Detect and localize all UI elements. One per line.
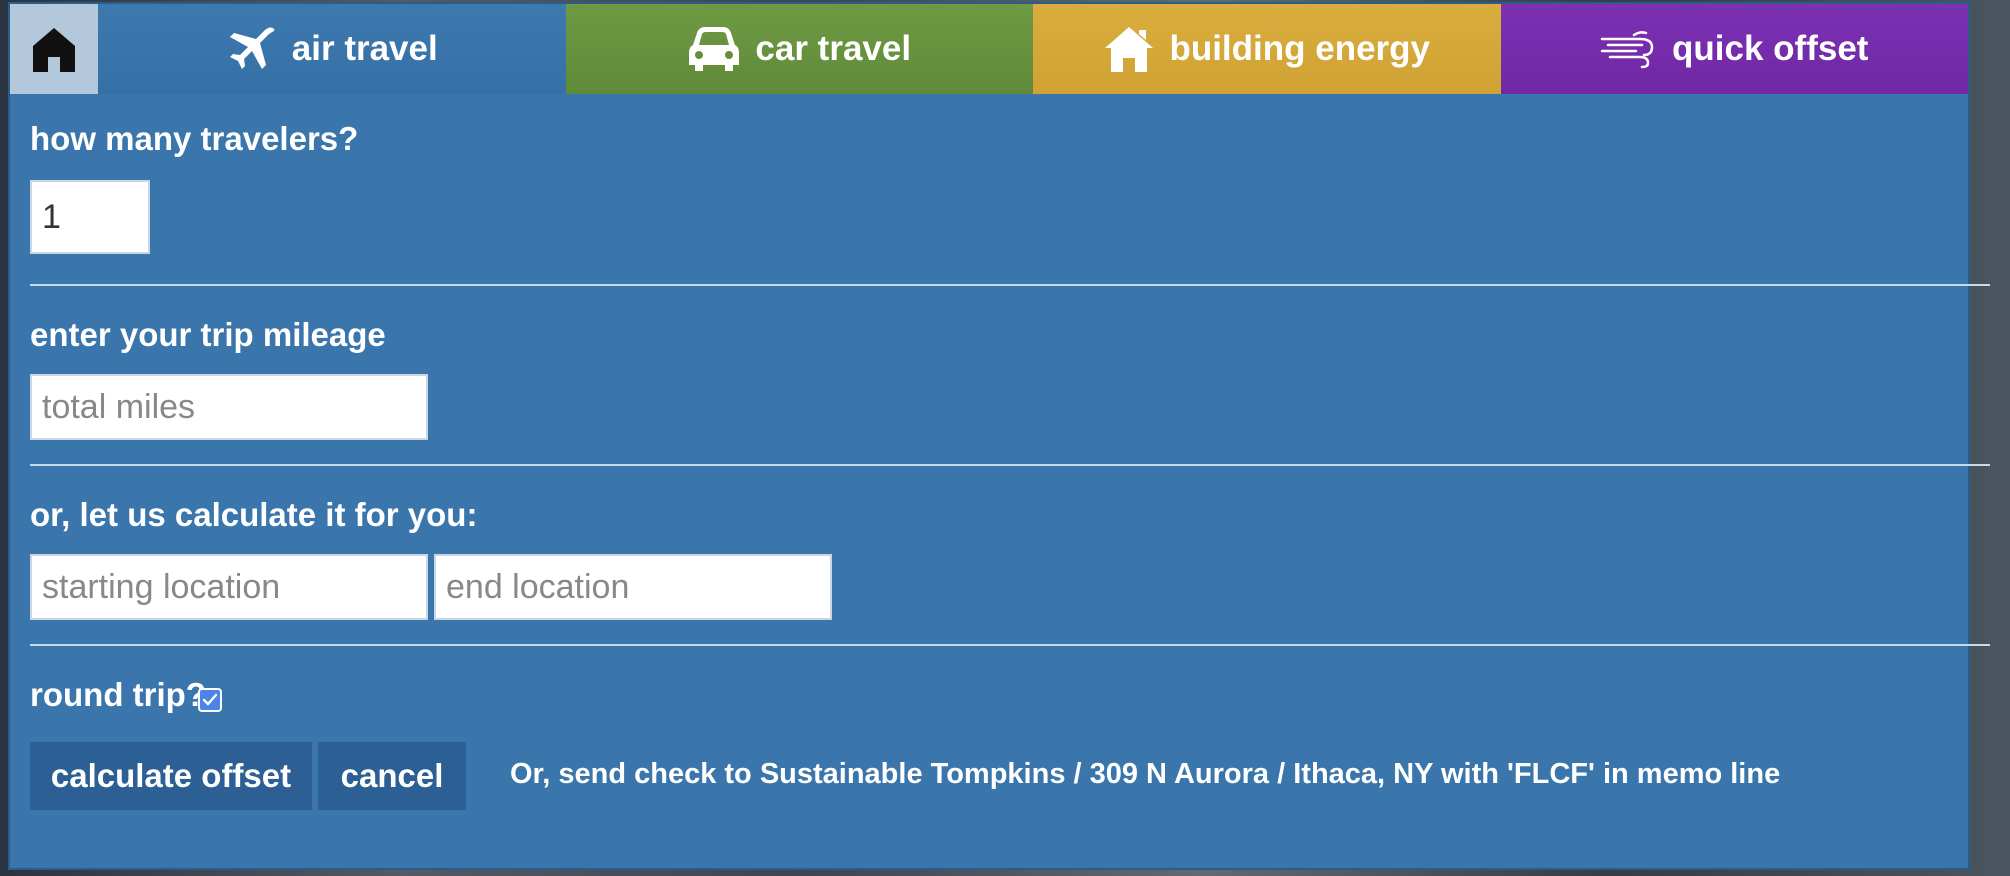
travelers-input[interactable]	[30, 180, 150, 254]
house-icon	[33, 28, 75, 72]
tab-car-travel[interactable]: car travel	[565, 4, 1033, 94]
round-trip-checkbox[interactable]	[198, 688, 222, 712]
divider	[30, 464, 1990, 466]
cancel-button[interactable]: cancel	[318, 742, 466, 810]
tab-building-energy[interactable]: building energy	[1033, 4, 1501, 94]
calculate-offset-button[interactable]: calculate offset	[30, 742, 312, 810]
tab-car-travel-label: car travel	[755, 29, 912, 68]
tab-quick-offset[interactable]: quick offset	[1500, 4, 1968, 94]
home-tab[interactable]	[10, 4, 98, 94]
round-trip-label: round trip?	[30, 676, 206, 713]
airplane-icon	[229, 27, 275, 69]
mileage-label: enter your trip mileage	[30, 316, 386, 353]
mileage-input[interactable]	[30, 374, 428, 440]
start-location-input[interactable]	[30, 554, 428, 620]
tab-air-travel[interactable]: air travel	[98, 4, 566, 94]
house-icon	[1105, 27, 1154, 72]
divider	[30, 644, 1990, 646]
checkmark-icon	[202, 693, 218, 706]
check-instructions: Or, send check to Sustainable Tompkins /…	[510, 758, 1781, 790]
tab-building-energy-label: building energy	[1169, 29, 1431, 68]
tab-bar: air travel car travel building energy qu…	[10, 4, 1968, 94]
calculator-panel: air travel car travel building energy qu…	[8, 2, 1990, 870]
car-icon	[689, 27, 740, 71]
tab-air-travel-label: air travel	[291, 29, 438, 68]
wind-icon	[1600, 31, 1654, 69]
divider	[30, 284, 1990, 286]
end-location-input[interactable]	[434, 554, 832, 620]
travelers-label: how many travelers?	[30, 120, 359, 157]
calculate-label: or, let us calculate it for you:	[30, 496, 478, 533]
tab-quick-offset-label: quick offset	[1672, 29, 1869, 68]
